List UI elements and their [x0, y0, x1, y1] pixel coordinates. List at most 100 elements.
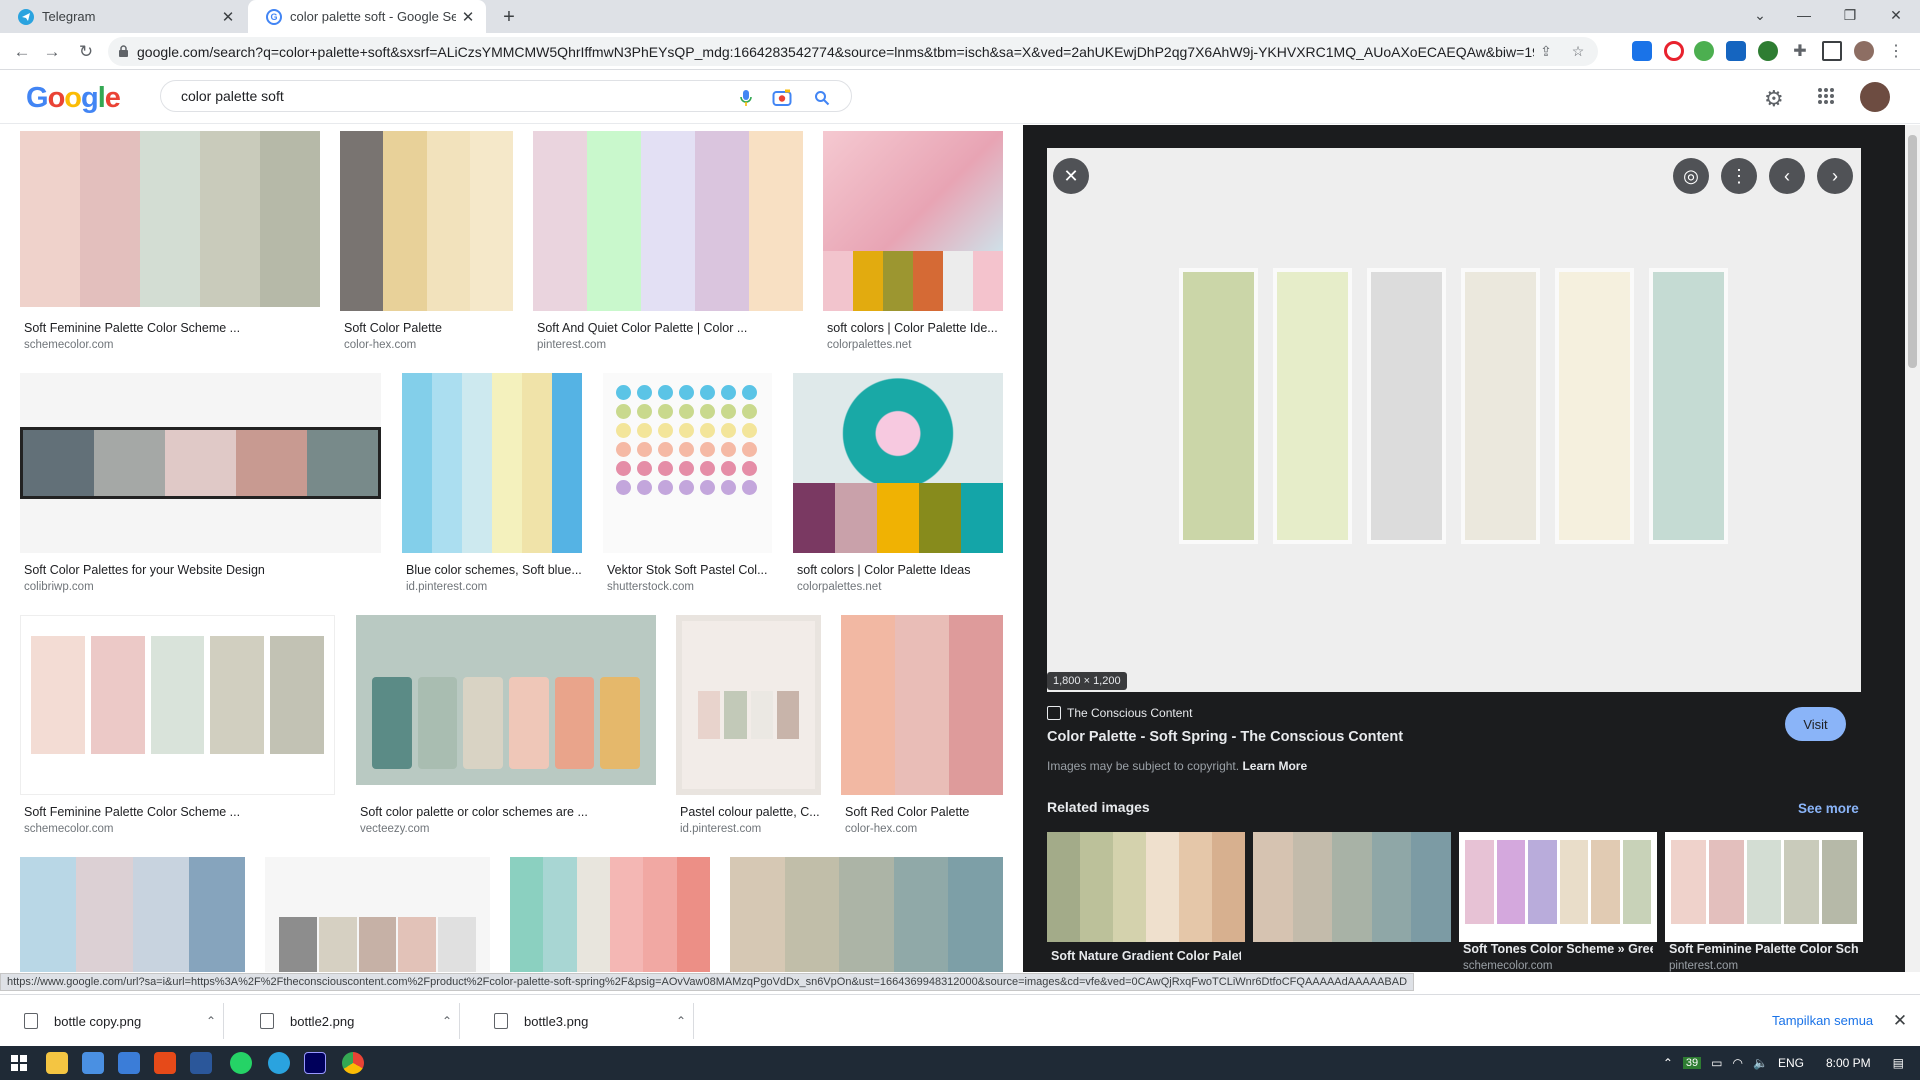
- windows-start-icon[interactable]: [8, 1052, 30, 1074]
- back-button[interactable]: ←: [8, 38, 36, 66]
- chevron-up-icon[interactable]: ⌃: [199, 1014, 223, 1028]
- next-image-button[interactable]: ›: [1817, 158, 1853, 194]
- related-thumbnail[interactable]: [1047, 832, 1245, 942]
- download-item[interactable]: bottle2.png ⌃: [236, 1003, 460, 1039]
- result-title[interactable]: Soft color palette or color schemes are …: [360, 805, 656, 819]
- close-window-button[interactable]: ✕: [1874, 0, 1918, 30]
- battery-badge[interactable]: 39: [1682, 1057, 1702, 1069]
- result-thumbnail[interactable]: [265, 857, 490, 972]
- chevron-up-icon[interactable]: ⌃: [435, 1014, 459, 1028]
- opera-extension-icon[interactable]: [1664, 41, 1684, 61]
- side-panel-icon[interactable]: [1822, 41, 1842, 61]
- result-title[interactable]: Soft Color Palettes for your Website Des…: [24, 563, 380, 577]
- download-item[interactable]: bottle copy.png ⌃: [0, 1003, 224, 1039]
- new-tab-button[interactable]: +: [496, 4, 522, 30]
- close-preview-button[interactable]: ✕: [1053, 158, 1089, 194]
- language-indicator[interactable]: ENG: [1778, 1056, 1804, 1070]
- result-thumbnail[interactable]: [20, 615, 335, 795]
- new-extension-icon[interactable]: [1726, 41, 1746, 61]
- close-tab-icon[interactable]: ✕: [216, 5, 240, 29]
- lens-search-icon[interactable]: ◎: [1673, 158, 1709, 194]
- result-thumbnail[interactable]: [730, 857, 1003, 972]
- restore-button[interactable]: ❐: [1828, 0, 1872, 30]
- related-title[interactable]: Soft Nature Gradient Color Palett...: [1051, 949, 1241, 963]
- extension-icon[interactable]: [1694, 41, 1714, 61]
- download-item[interactable]: bottle3.png ⌃: [470, 1003, 694, 1039]
- battery-icon[interactable]: ▭: [1711, 1056, 1722, 1070]
- result-thumbnail[interactable]: [356, 615, 656, 785]
- camera-lens-icon[interactable]: [771, 87, 793, 109]
- clock[interactable]: 8:00 PM: [1826, 1056, 1871, 1070]
- visit-button[interactable]: Visit: [1785, 707, 1846, 741]
- result-thumbnail[interactable]: [533, 131, 803, 311]
- wifi-icon[interactable]: ◠: [1733, 1056, 1743, 1070]
- result-thumbnail[interactable]: [676, 615, 821, 795]
- settings-gear-icon[interactable]: ⚙: [1764, 86, 1784, 112]
- puzzle-icon[interactable]: ✚: [1790, 41, 1810, 61]
- more-options-icon[interactable]: ⋮: [1721, 158, 1757, 194]
- result-title[interactable]: Pastel colour palette, C...: [680, 805, 820, 819]
- apps-grid-icon[interactable]: [1814, 84, 1838, 108]
- related-title[interactable]: Soft Tones Color Scheme » Gree...: [1463, 942, 1653, 956]
- result-thumbnail[interactable]: [793, 373, 1003, 553]
- result-thumbnail[interactable]: [841, 615, 1003, 795]
- result-title[interactable]: soft colors | Color Palette Ideas: [797, 563, 1003, 577]
- result-title[interactable]: Soft Color Palette: [344, 321, 514, 335]
- search-icon[interactable]: [811, 87, 833, 109]
- previous-image-button[interactable]: ‹: [1769, 158, 1805, 194]
- result-title[interactable]: Blue color schemes, Soft blue...: [406, 563, 582, 577]
- site-info[interactable]: The Conscious Content: [1047, 706, 1192, 720]
- notifications-icon[interactable]: ▤: [1893, 1056, 1904, 1070]
- related-thumbnail[interactable]: [1253, 832, 1451, 942]
- mail-icon[interactable]: [118, 1052, 140, 1074]
- tab-google-search[interactable]: G color palette soft - Google Search ✕: [248, 0, 486, 33]
- result-thumbnail[interactable]: [402, 373, 582, 553]
- search-input[interactable]: [181, 88, 721, 104]
- result-thumbnail[interactable]: [20, 373, 381, 553]
- word-icon[interactable]: [190, 1052, 212, 1074]
- result-title[interactable]: soft colors | Color Palette Ide...: [827, 321, 1003, 335]
- minimize-button[interactable]: —: [1782, 0, 1826, 30]
- see-more-link[interactable]: See more: [1798, 801, 1859, 816]
- volume-icon[interactable]: 🔈: [1753, 1056, 1768, 1070]
- result-title[interactable]: Soft Red Color Palette: [845, 805, 1005, 819]
- store-icon[interactable]: [82, 1052, 104, 1074]
- result-title[interactable]: Soft Feminine Palette Color Scheme ...: [24, 321, 320, 335]
- tab-telegram[interactable]: Telegram ✕: [0, 0, 246, 33]
- chrome-icon[interactable]: [342, 1052, 364, 1074]
- reload-button[interactable]: ↻: [72, 38, 100, 66]
- google-logo[interactable]: Google: [26, 82, 121, 115]
- after-effects-icon[interactable]: [304, 1052, 326, 1074]
- result-thumbnail[interactable]: [603, 373, 772, 553]
- close-tab-icon[interactable]: ✕: [456, 5, 480, 29]
- scrollbar-thumb[interactable]: [1908, 135, 1917, 368]
- learn-more-link[interactable]: Learn More: [1242, 759, 1307, 773]
- microphone-icon[interactable]: [735, 87, 757, 109]
- office-icon[interactable]: [154, 1052, 176, 1074]
- file-explorer-icon[interactable]: [46, 1052, 68, 1074]
- result-title[interactable]: Soft And Quiet Color Palette | Color ...: [537, 321, 803, 335]
- bookmark-star-icon[interactable]: ☆: [1566, 40, 1590, 64]
- extension-icon[interactable]: [1632, 41, 1652, 61]
- forward-button[interactable]: →: [38, 38, 66, 66]
- result-title[interactable]: Soft Feminine Palette Color Scheme ...: [24, 805, 334, 819]
- telegram-taskbar-icon[interactable]: [268, 1052, 290, 1074]
- result-title[interactable]: Vektor Stok Soft Pastel Col...: [607, 563, 773, 577]
- result-thumbnail[interactable]: [510, 857, 710, 972]
- show-all-downloads-link[interactable]: Tampilkan semua: [1772, 1013, 1873, 1028]
- chevron-up-icon[interactable]: ⌃: [1663, 1056, 1673, 1070]
- related-title[interactable]: Soft Feminine Palette Color Sch...: [1669, 942, 1859, 956]
- address-bar[interactable]: google.com/search?q=color+palette+soft&s…: [108, 37, 1598, 66]
- preview-image[interactable]: [1047, 148, 1861, 692]
- result-thumbnail[interactable]: [340, 131, 513, 311]
- page-scrollbar[interactable]: [1905, 125, 1920, 972]
- tab-search-icon[interactable]: ⌄: [1738, 0, 1782, 30]
- close-shelf-icon[interactable]: ✕: [1888, 1009, 1912, 1033]
- profile-avatar[interactable]: [1854, 41, 1874, 61]
- whatsapp-icon[interactable]: [230, 1052, 252, 1074]
- image-title[interactable]: Color Palette - Soft Spring - The Consci…: [1047, 729, 1403, 745]
- result-thumbnail[interactable]: [823, 131, 1003, 311]
- extension-icon[interactable]: [1758, 41, 1778, 61]
- menu-kebab-icon[interactable]: ⋮: [1886, 41, 1906, 61]
- chevron-up-icon[interactable]: ⌃: [669, 1014, 693, 1028]
